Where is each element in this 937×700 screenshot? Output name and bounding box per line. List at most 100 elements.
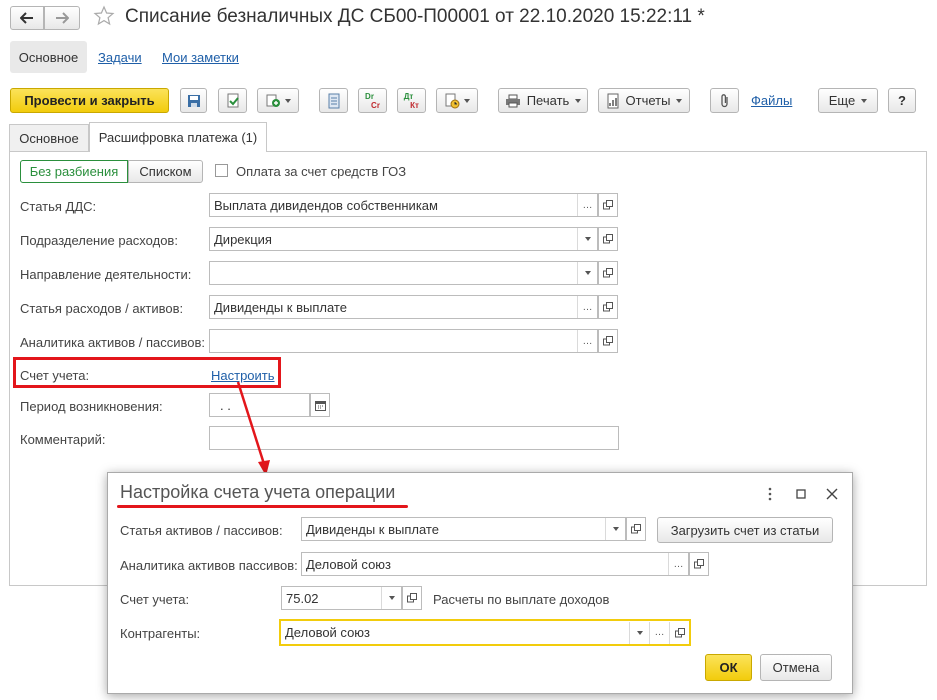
annotation-title-underline bbox=[117, 505, 408, 508]
help-button[interactable]: ? bbox=[888, 88, 916, 113]
expense-article-field[interactable]: Дивиденды к выплате … bbox=[209, 295, 598, 319]
chevron-down-icon bbox=[584, 237, 591, 241]
chevron-down-icon bbox=[612, 527, 619, 531]
chevron-down-icon bbox=[285, 98, 291, 103]
arrow-right-icon bbox=[56, 12, 69, 24]
save-button[interactable] bbox=[180, 88, 207, 113]
cancel-label: Отмена bbox=[772, 660, 820, 675]
open-button[interactable] bbox=[689, 552, 709, 576]
list-mode-label: Списком bbox=[139, 164, 192, 179]
more-vertical-icon bbox=[768, 487, 772, 501]
goz-checkbox[interactable] bbox=[215, 164, 228, 177]
ok-button[interactable]: ОК bbox=[705, 654, 752, 681]
structure-button[interactable] bbox=[319, 88, 348, 113]
favorite-star[interactable] bbox=[93, 5, 115, 30]
nav-tab-notes[interactable]: Мои заметки bbox=[162, 50, 239, 65]
reports-button[interactable]: Отчеты bbox=[598, 88, 690, 113]
chevron-down-icon bbox=[464, 98, 470, 103]
form-tab-payment[interactable]: Расшифровка платежа (1) bbox=[89, 122, 267, 152]
calendar-button[interactable] bbox=[310, 393, 330, 417]
department-field[interactable]: Дирекция bbox=[209, 227, 598, 251]
post-button[interactable] bbox=[218, 88, 247, 113]
open-button[interactable] bbox=[598, 193, 618, 217]
more-button[interactable]: Еще bbox=[818, 88, 878, 113]
dt-kt-button-1[interactable]: Dr Cr bbox=[358, 88, 387, 113]
open-icon bbox=[674, 627, 685, 637]
dropdown-button[interactable] bbox=[629, 621, 649, 644]
star-icon bbox=[93, 5, 115, 26]
comment-label: Комментарий: bbox=[20, 432, 106, 447]
department-value: Дирекция bbox=[214, 231, 272, 247]
dialog-maximize-button[interactable] bbox=[793, 486, 809, 502]
post-and-close-label: Провести и закрыть bbox=[24, 93, 155, 108]
open-button[interactable] bbox=[626, 517, 646, 541]
dialog-account-label: Счет учета: bbox=[120, 592, 190, 607]
load-account-button[interactable]: Загрузить счет из статьи bbox=[657, 517, 833, 543]
floppy-icon bbox=[187, 94, 200, 107]
open-icon bbox=[631, 524, 641, 534]
goz-checkbox-label: Оплата за счет средств ГОЗ bbox=[236, 164, 407, 179]
select-button[interactable]: … bbox=[577, 296, 597, 318]
more-label: Еще bbox=[828, 93, 856, 108]
history-button[interactable] bbox=[436, 88, 478, 113]
dropdown-button[interactable] bbox=[381, 587, 401, 609]
expense-article-value: Дивиденды к выплате bbox=[214, 299, 347, 315]
dialog-account-field[interactable]: 75.02 bbox=[281, 586, 402, 610]
nav-tab-main[interactable]: Основное bbox=[10, 41, 87, 73]
form-tab-main-label: Основное bbox=[19, 130, 79, 146]
dropdown-button[interactable] bbox=[577, 262, 597, 284]
list-mode-button[interactable]: Списком bbox=[128, 160, 203, 183]
cancel-button[interactable]: Отмена bbox=[760, 654, 832, 681]
annotation-arrow bbox=[236, 381, 270, 476]
dialog-menu-button[interactable] bbox=[763, 486, 777, 502]
dialog-close-button[interactable] bbox=[824, 486, 840, 502]
dialog-counterparties-label: Контрагенты: bbox=[120, 626, 201, 641]
dropdown-button[interactable] bbox=[605, 518, 625, 540]
dialog-counterparties-field[interactable]: Деловой союз … bbox=[279, 619, 691, 646]
post-and-close-button[interactable]: Провести и закрыть bbox=[10, 88, 169, 113]
open-button[interactable] bbox=[402, 586, 422, 610]
select-button[interactable]: … bbox=[577, 194, 597, 216]
dropdown-button[interactable] bbox=[577, 228, 597, 250]
open-button[interactable] bbox=[598, 329, 618, 353]
dr-text: Dr bbox=[365, 91, 374, 101]
print-button[interactable]: Печать bbox=[498, 88, 588, 113]
open-button[interactable] bbox=[598, 295, 618, 319]
no-split-button[interactable]: Без разбиения bbox=[20, 160, 128, 183]
dt-kt-button-2[interactable]: Дт Кт bbox=[397, 88, 426, 113]
forward-button[interactable] bbox=[44, 6, 80, 30]
open-icon bbox=[603, 336, 613, 346]
analytics-field[interactable]: … bbox=[209, 329, 598, 353]
maximize-icon bbox=[796, 489, 806, 499]
dialog-asset-article-field[interactable]: Дивиденды к выплате bbox=[301, 517, 626, 541]
create-based-icon bbox=[266, 94, 280, 107]
print-label: Печать bbox=[526, 93, 570, 108]
no-split-label: Без разбиения bbox=[29, 164, 119, 179]
open-button[interactable] bbox=[598, 261, 618, 285]
dialog-account-description: Расчеты по выплате доходов bbox=[433, 592, 610, 607]
close-icon bbox=[826, 488, 838, 500]
dialog-counterparties-value: Деловой союз bbox=[285, 625, 371, 640]
nav-tab-tasks[interactable]: Задачи bbox=[98, 50, 142, 65]
select-button[interactable]: … bbox=[577, 330, 597, 352]
open-icon bbox=[603, 234, 613, 244]
activity-direction-field[interactable] bbox=[209, 261, 598, 285]
form-tab-main[interactable]: Основное bbox=[9, 124, 89, 151]
open-button[interactable] bbox=[598, 227, 618, 251]
back-button[interactable] bbox=[10, 6, 44, 30]
attach-button[interactable] bbox=[710, 88, 739, 113]
document-structure-icon bbox=[328, 93, 339, 108]
select-button[interactable]: … bbox=[668, 553, 688, 575]
open-icon bbox=[603, 268, 613, 278]
paperclip-icon bbox=[720, 93, 728, 107]
dialog-account-value: 75.02 bbox=[286, 590, 319, 606]
select-button[interactable]: … bbox=[649, 621, 669, 644]
files-link[interactable]: Файлы bbox=[751, 93, 792, 108]
open-button[interactable] bbox=[669, 621, 689, 644]
ok-label: ОК bbox=[719, 660, 738, 675]
arrow-left-icon bbox=[20, 12, 33, 24]
dds-article-field[interactable]: Выплата дивидендов собственникам … bbox=[209, 193, 598, 217]
chevron-down-icon bbox=[676, 98, 683, 103]
create-based-on-button[interactable] bbox=[257, 88, 299, 113]
dialog-analytics-field[interactable]: Деловой союз … bbox=[301, 552, 689, 576]
